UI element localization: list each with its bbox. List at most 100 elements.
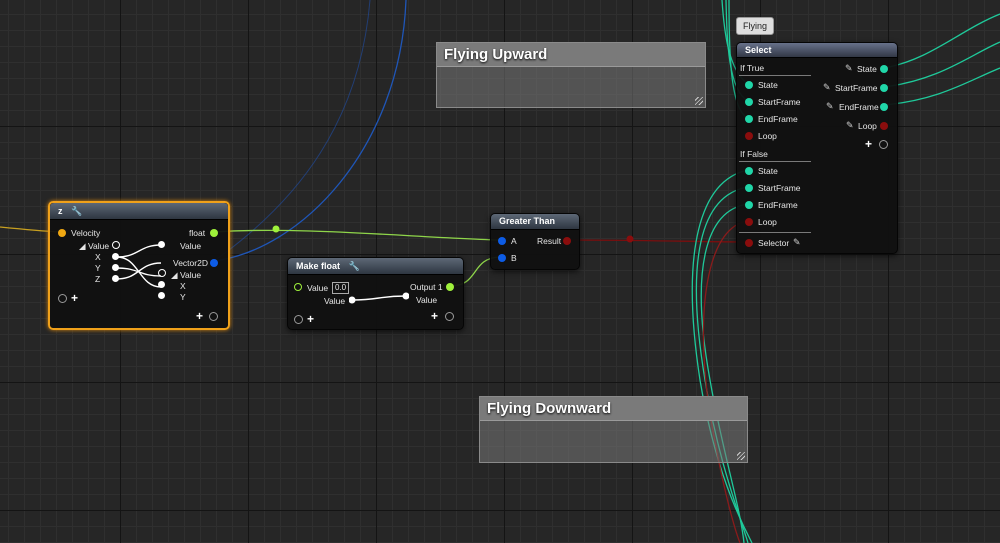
node-title: Greater Than [499, 216, 556, 226]
float-out-label: float [189, 228, 206, 238]
vec2-expander[interactable]: ◢ [171, 270, 178, 281]
exec-pin-icon[interactable] [879, 140, 888, 149]
pencil-icon[interactable]: ✎ [793, 237, 801, 248]
exec-pin-icon[interactable] [445, 312, 454, 321]
float-wire-knot [272, 225, 280, 233]
output-pin[interactable] [446, 283, 454, 291]
a-label: A [511, 236, 517, 246]
resize-handle-icon[interactable] [695, 97, 703, 105]
node-title: Make float [296, 261, 341, 271]
out-startframe-label: StartFrame [835, 83, 878, 93]
make-float-node[interactable]: Make float 🔧 Value 0.0 Value Output 1 Va… [287, 257, 464, 330]
resize-handle-icon[interactable] [737, 452, 745, 460]
vector2d-wire [213, 0, 407, 262]
wrench-icon[interactable]: 🔧 [71, 203, 82, 219]
bool-wire-knot [626, 235, 634, 243]
vec2-x-pin[interactable] [158, 281, 165, 288]
blue-top-wire [213, 0, 371, 262]
add-pin-icon[interactable]: + [71, 291, 78, 305]
bool-wire [565, 239, 749, 243]
node-title: Select [745, 45, 772, 55]
selector-label: Selector [758, 238, 790, 248]
out-loop-pin[interactable] [880, 122, 888, 130]
comment-title[interactable]: Flying Upward [437, 43, 705, 67]
node-header[interactable]: Select [737, 43, 897, 58]
greater-than-node[interactable]: Greater Than A B Result [490, 213, 580, 270]
node-header[interactable]: Greater Than [491, 214, 579, 230]
float-out-pin[interactable] [210, 229, 218, 237]
true-endframe-pin[interactable] [745, 115, 753, 123]
z-label: Z [95, 274, 101, 284]
add-pin-icon[interactable]: + [196, 309, 203, 323]
selector-pin[interactable] [745, 239, 753, 247]
comment-flying-downward[interactable]: Flying Downward [479, 396, 748, 463]
true-loop-label: Loop [758, 131, 777, 141]
z-break-node[interactable]: z 🔧 Velocity ◢ Value X Y Z Value ◢ Value… [48, 201, 230, 330]
vec2-y-pin[interactable] [158, 292, 165, 299]
velocity-pin[interactable] [58, 229, 66, 237]
if-false-label: If False [740, 149, 768, 159]
output-label: Output 1 [410, 282, 443, 292]
select-node[interactable]: Select If True State StartFrame EndFrame… [736, 42, 898, 254]
true-endframe-label: EndFrame [758, 114, 798, 124]
add-pin-icon[interactable]: + [307, 312, 314, 326]
true-state-label: State [758, 80, 778, 90]
value-input[interactable]: 0.0 [332, 282, 350, 294]
value-in-pin[interactable] [294, 283, 302, 291]
vec2-x-label: X [180, 281, 186, 291]
pencil-icon[interactable]: ✎ [823, 82, 831, 93]
value-expander[interactable]: ◢ [79, 241, 86, 252]
separator [739, 232, 811, 233]
vec2-value-pin[interactable] [158, 269, 166, 277]
out-startframe-pin[interactable] [880, 84, 888, 92]
comment-flying-upward[interactable]: Flying Upward [436, 42, 706, 108]
true-state-pin[interactable] [745, 81, 753, 89]
add-pin-icon[interactable]: + [865, 137, 872, 151]
if-true-label: If True [740, 63, 765, 73]
value-inner-label: Value [324, 296, 346, 306]
exec-pin-icon[interactable] [294, 315, 303, 324]
out-state-label: State [857, 64, 877, 74]
out-endframe-pin[interactable] [880, 103, 888, 111]
true-loop-pin[interactable] [745, 132, 753, 140]
false-startframe-pin[interactable] [745, 184, 753, 192]
output-value-label: Value [416, 295, 438, 305]
vec2-y-label: Y [180, 292, 186, 302]
exec-pin-icon[interactable] [58, 294, 67, 303]
false-endframe-label: EndFrame [758, 200, 798, 210]
comment-title[interactable]: Flying Downward [480, 397, 747, 421]
b-pin[interactable] [498, 254, 506, 262]
pencil-icon[interactable]: ✎ [845, 63, 853, 74]
vec2-out-pin[interactable] [210, 259, 218, 267]
false-startframe-label: StartFrame [758, 183, 801, 193]
result-label: Result [537, 236, 562, 246]
pencil-icon[interactable]: ✎ [826, 101, 834, 112]
float-value-label: Value [180, 241, 202, 251]
node-header[interactable]: Make float 🔧 [288, 258, 463, 275]
add-pin-icon[interactable]: + [431, 309, 438, 323]
velocity-label: Velocity [71, 228, 101, 238]
a-pin[interactable] [498, 237, 506, 245]
separator [739, 75, 811, 76]
false-loop-label: Loop [758, 217, 777, 227]
value-connection [349, 292, 409, 304]
node-header[interactable]: z 🔧 [50, 203, 228, 220]
false-state-pin[interactable] [745, 167, 753, 175]
vec2-out-label: Vector2D [173, 258, 208, 268]
result-pin[interactable] [563, 237, 571, 245]
out-state-pin[interactable] [880, 65, 888, 73]
value-label: Value [88, 241, 110, 251]
pencil-icon[interactable]: ✎ [846, 120, 854, 131]
out-loop-label: Loop [858, 121, 877, 131]
false-loop-pin[interactable] [745, 218, 753, 226]
wrench-icon[interactable]: 🔧 [349, 258, 360, 274]
value-in-pin[interactable] [158, 241, 165, 248]
exec-pin-icon[interactable] [209, 312, 218, 321]
separator [739, 161, 811, 162]
vec2-value-label: Value [180, 270, 202, 280]
state-tooltip: Flying [736, 17, 775, 35]
true-startframe-pin[interactable] [745, 98, 753, 106]
b-label: B [511, 253, 517, 263]
false-state-label: State [758, 166, 778, 176]
false-endframe-pin[interactable] [745, 201, 753, 209]
